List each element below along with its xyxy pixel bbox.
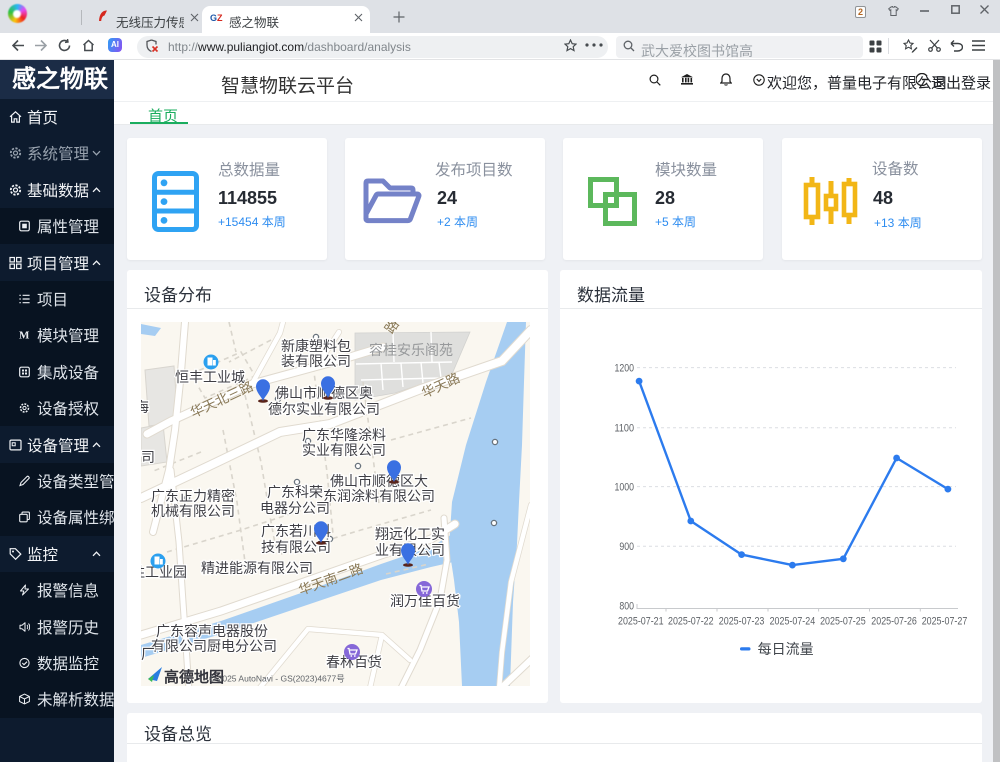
svg-text:800: 800 — [619, 600, 634, 612]
svg-text:2025-07-25: 2025-07-25 — [820, 616, 866, 628]
svg-text:广东正力精密: 广东正力精密 — [151, 488, 235, 504]
svg-text:德尔实业有限公司: 德尔实业有限公司 — [268, 401, 380, 417]
svg-text:广东科荣: 广东科荣 — [267, 484, 323, 500]
svg-text:实业有限公司: 实业有限公司 — [302, 442, 386, 458]
svg-text:1000: 1000 — [615, 481, 635, 493]
svg-text:广东华隆涂料: 广东华隆涂料 — [302, 427, 386, 443]
svg-text:公司: 公司 — [141, 449, 155, 465]
svg-text:2025-07-26: 2025-07-26 — [871, 616, 917, 628]
svg-text:电器分公司: 电器分公司 — [260, 500, 330, 516]
svg-text:2025-07-23: 2025-07-23 — [719, 616, 765, 628]
svg-text:2025-07-27: 2025-07-27 — [922, 616, 968, 628]
svg-text:2025-07-21: 2025-07-21 — [618, 616, 664, 628]
svg-text:2025-07-24: 2025-07-24 — [770, 616, 816, 628]
svg-text:翔远化工实: 翔远化工实 — [375, 526, 445, 542]
svg-text:容桂安乐阁苑: 容桂安乐阁苑 — [369, 342, 453, 358]
svg-text:1100: 1100 — [615, 423, 635, 435]
svg-text:1200: 1200 — [615, 362, 635, 374]
svg-text:东润涂料有限公司: 东润涂料有限公司 — [323, 488, 435, 504]
svg-text:© 2025 AutoNavi - GS(2023)4677: © 2025 AutoNavi - GS(2023)4677号 — [209, 674, 345, 684]
svg-text:机械有限公司: 机械有限公司 — [151, 503, 235, 519]
svg-text:恒丰工业城: 恒丰工业城 — [175, 369, 245, 385]
svg-text:每日流量: 每日流量 — [758, 641, 814, 657]
svg-text:精进能源有限公司: 精进能源有限公司 — [201, 560, 313, 576]
svg-text:广东容声电器股份: 广东容声电器股份 — [156, 623, 268, 639]
svg-text:海: 海 — [141, 399, 149, 415]
svg-text:胜工业园: 胜工业园 — [141, 564, 187, 580]
svg-text:2025-07-22: 2025-07-22 — [668, 616, 714, 628]
svg-text:装有限公司: 装有限公司 — [281, 353, 351, 369]
svg-text:900: 900 — [619, 541, 634, 553]
svg-text:新康塑料包: 新康塑料包 — [281, 338, 351, 354]
svg-text:厂: 厂 — [141, 646, 155, 662]
svg-text:有限公司厨电分公司: 有限公司厨电分公司 — [151, 638, 277, 654]
svg-text:佛山市顺德区大: 佛山市顺德区大 — [330, 473, 428, 489]
